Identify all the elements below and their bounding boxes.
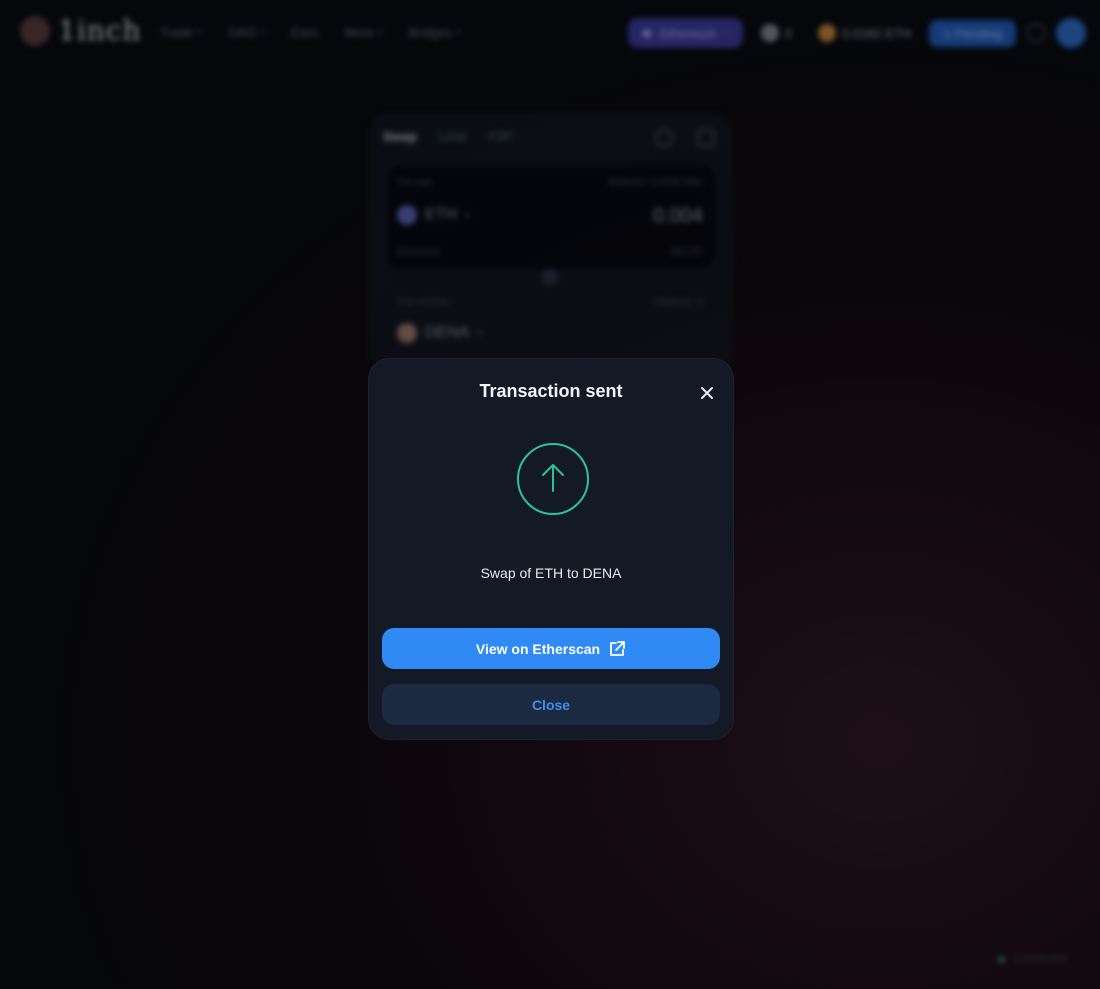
pay-balance: Balance: 0.0182 Max: [609, 177, 703, 188]
header-actions: ◆ Ethereum ▾ 0 0.0182 ETH 1 Pending: [627, 18, 1086, 48]
logo-text: 1inch: [58, 14, 142, 47]
gear-icon[interactable]: [1026, 23, 1046, 43]
amount-input[interactable]: 0.004: [653, 205, 703, 228]
you-pay-panel: You pay Balance: 0.0182 Max ETH ▾ 0.004 …: [387, 165, 715, 269]
chevron-down-icon: ▾: [456, 27, 461, 37]
swap-card-actions: [655, 129, 715, 147]
receive-balance: Balance: 0: [655, 297, 703, 308]
from-network: Ethereum: [397, 247, 441, 258]
switch-tokens-button[interactable]: [542, 269, 558, 285]
external-link-icon: [610, 640, 626, 656]
close-button[interactable]: Close: [382, 684, 720, 725]
chevron-down-icon: ▾: [260, 27, 265, 37]
nav-item-more[interactable]: More ▾: [344, 25, 382, 40]
pending-transactions-button[interactable]: 1 Pending: [929, 19, 1016, 47]
nav-item-dao[interactable]: DAO ▾: [228, 25, 265, 40]
close-icon[interactable]: [695, 381, 719, 405]
settings-icon[interactable]: [697, 129, 715, 147]
you-pay-label: You pay: [397, 177, 433, 188]
refresh-icon[interactable]: [655, 129, 673, 147]
tab-p2p[interactable]: P2P: [488, 129, 513, 144]
nav-item-bridges[interactable]: Bridges ▾: [408, 25, 461, 40]
transaction-sent-modal: Transaction sent Swap of ETH to DENA Vie…: [369, 359, 733, 739]
ethereum-icon: ◆: [641, 25, 652, 40]
eth-coin-icon: [818, 24, 837, 42]
tab-limit[interactable]: Limit: [439, 129, 466, 144]
transaction-message: Swap of ETH to DENA: [480, 565, 622, 581]
chevron-down-icon: ▾: [377, 27, 383, 37]
view-on-etherscan-button[interactable]: View on Etherscan: [382, 628, 720, 669]
from-usd-value: ~$12.97: [666, 247, 703, 258]
main-nav: Trade ▾ DAO ▾ Earn More ▾ Bridges ▾: [160, 25, 461, 40]
eth-token-icon: [397, 205, 417, 225]
modal-title: Transaction sent: [479, 381, 623, 401]
avatar[interactable]: [1056, 18, 1086, 48]
chevron-down-icon: ▾: [465, 209, 470, 220]
swap-tabs: Swap Limit P2P: [383, 129, 513, 144]
swap-card: Swap Limit P2P You pay Balance: 0.0182 M…: [369, 113, 733, 373]
transaction-status-indicator: [517, 443, 589, 515]
connection-status: Connected: [997, 953, 1066, 965]
tab-swap[interactable]: Swap: [383, 129, 417, 144]
you-receive-label: You receive: [397, 297, 449, 308]
balance-pill[interactable]: 0.0182 ETH: [810, 18, 919, 48]
top-navigation-bar: 1inch Trade ▾ DAO ▾ Earn More ▾ Bridges ▾ ◆ …: [0, 0, 1100, 66]
wallet-icon: [760, 24, 779, 42]
nav-item-trade[interactable]: Trade ▾: [160, 25, 202, 40]
unicorn-logo-icon: [20, 15, 50, 46]
nav-item-earn[interactable]: Earn: [291, 25, 318, 40]
chevron-down-icon: ▾: [724, 27, 729, 38]
arrow-up-icon: [542, 464, 564, 492]
dena-token-icon: [397, 323, 417, 343]
from-token-selector[interactable]: ETH ▾: [397, 205, 470, 225]
to-token-selector[interactable]: DENA ▾: [397, 323, 482, 343]
status-dot-icon: [997, 955, 1005, 963]
logo[interactable]: 1inch: [20, 14, 142, 47]
chevron-down-icon: ▾: [197, 27, 203, 37]
chevron-down-icon: ▾: [477, 327, 482, 338]
wallet-count-pill[interactable]: 0: [753, 18, 800, 48]
network-selector-button[interactable]: ◆ Ethereum ▾: [627, 18, 743, 48]
